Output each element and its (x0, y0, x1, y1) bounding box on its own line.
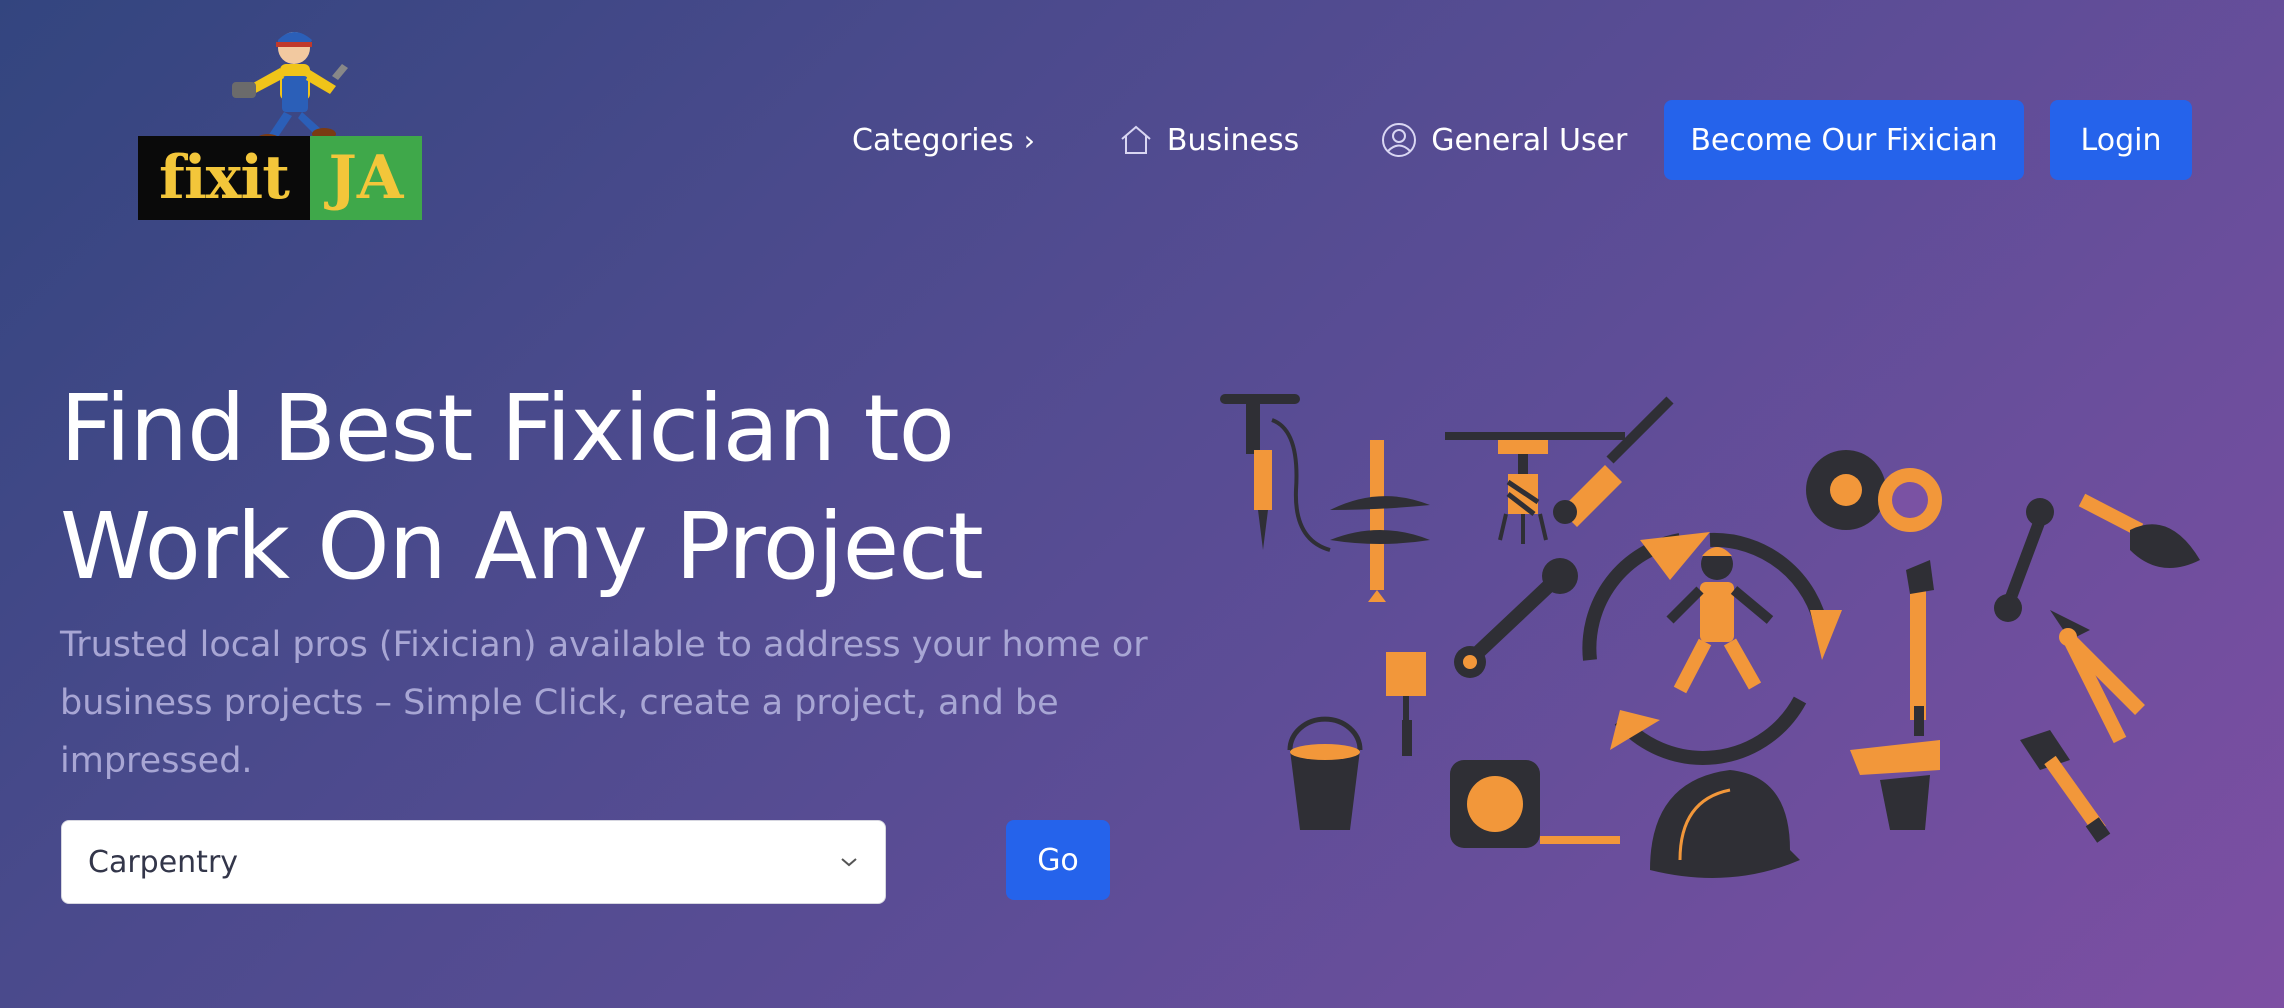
logo-text-ja: JA (310, 136, 422, 220)
nav-business[interactable]: Business (1119, 123, 1299, 158)
tools-illustration (1220, 394, 2200, 878)
login-button[interactable]: Login (2050, 100, 2192, 180)
hero-title: Find Best Fixician to Work On Any Projec… (60, 370, 1060, 606)
screwdriver-icon (1553, 396, 1674, 527)
category-select-value: Carpentry (88, 844, 239, 880)
nav-general-user-label: General User (1431, 122, 1628, 158)
worker-cycle-icon (1582, 532, 1842, 765)
paint-roller-icon (1386, 652, 1426, 756)
hero-title-line-1: Find Best Fixician to (60, 375, 955, 482)
mascot-icon (232, 32, 348, 146)
site-logo[interactable]: fixit JA (138, 28, 422, 220)
chevron-down-icon (839, 853, 859, 872)
adjustable-wrench-icon (1906, 560, 1934, 736)
nav-categories[interactable]: Categories › (852, 123, 1035, 158)
hammer-icon (2020, 730, 2111, 843)
jackhammer-icon (1220, 394, 1331, 552)
become-fixician-button[interactable]: Become Our Fixician (1664, 100, 2024, 180)
gloves-icon (1850, 740, 1940, 830)
nav-general-user[interactable]: General User (1381, 122, 1627, 158)
hard-hat-icon (1650, 770, 1800, 878)
spanner-icon (1994, 498, 2054, 622)
gears-icon (1806, 450, 1942, 532)
nav-categories-label: Categories (852, 122, 1014, 158)
wrench-icon (1454, 558, 1578, 678)
go-button[interactable]: Go (1006, 820, 1110, 900)
trowel-icon (2078, 493, 2200, 568)
chevron-right-icon: › (1023, 123, 1035, 157)
main-nav: Categories › Business General User (852, 100, 1683, 180)
tape-measure-icon (1450, 760, 1620, 848)
hero-subtitle: Trusted local pros (Fixician) available … (60, 625, 1148, 781)
hero-title-line-2: Work On Any Project (60, 493, 984, 600)
nav-business-label: Business (1166, 122, 1300, 158)
category-select[interactable]: Carpentry (61, 820, 886, 904)
home-icon (1119, 124, 1153, 156)
bucket-icon (1287, 716, 1363, 830)
user-circle-icon (1381, 122, 1417, 158)
pliers-icon (2050, 610, 2145, 744)
auger-drill-icon (1330, 440, 1430, 602)
logo-text-fixit: fixit (138, 136, 310, 220)
